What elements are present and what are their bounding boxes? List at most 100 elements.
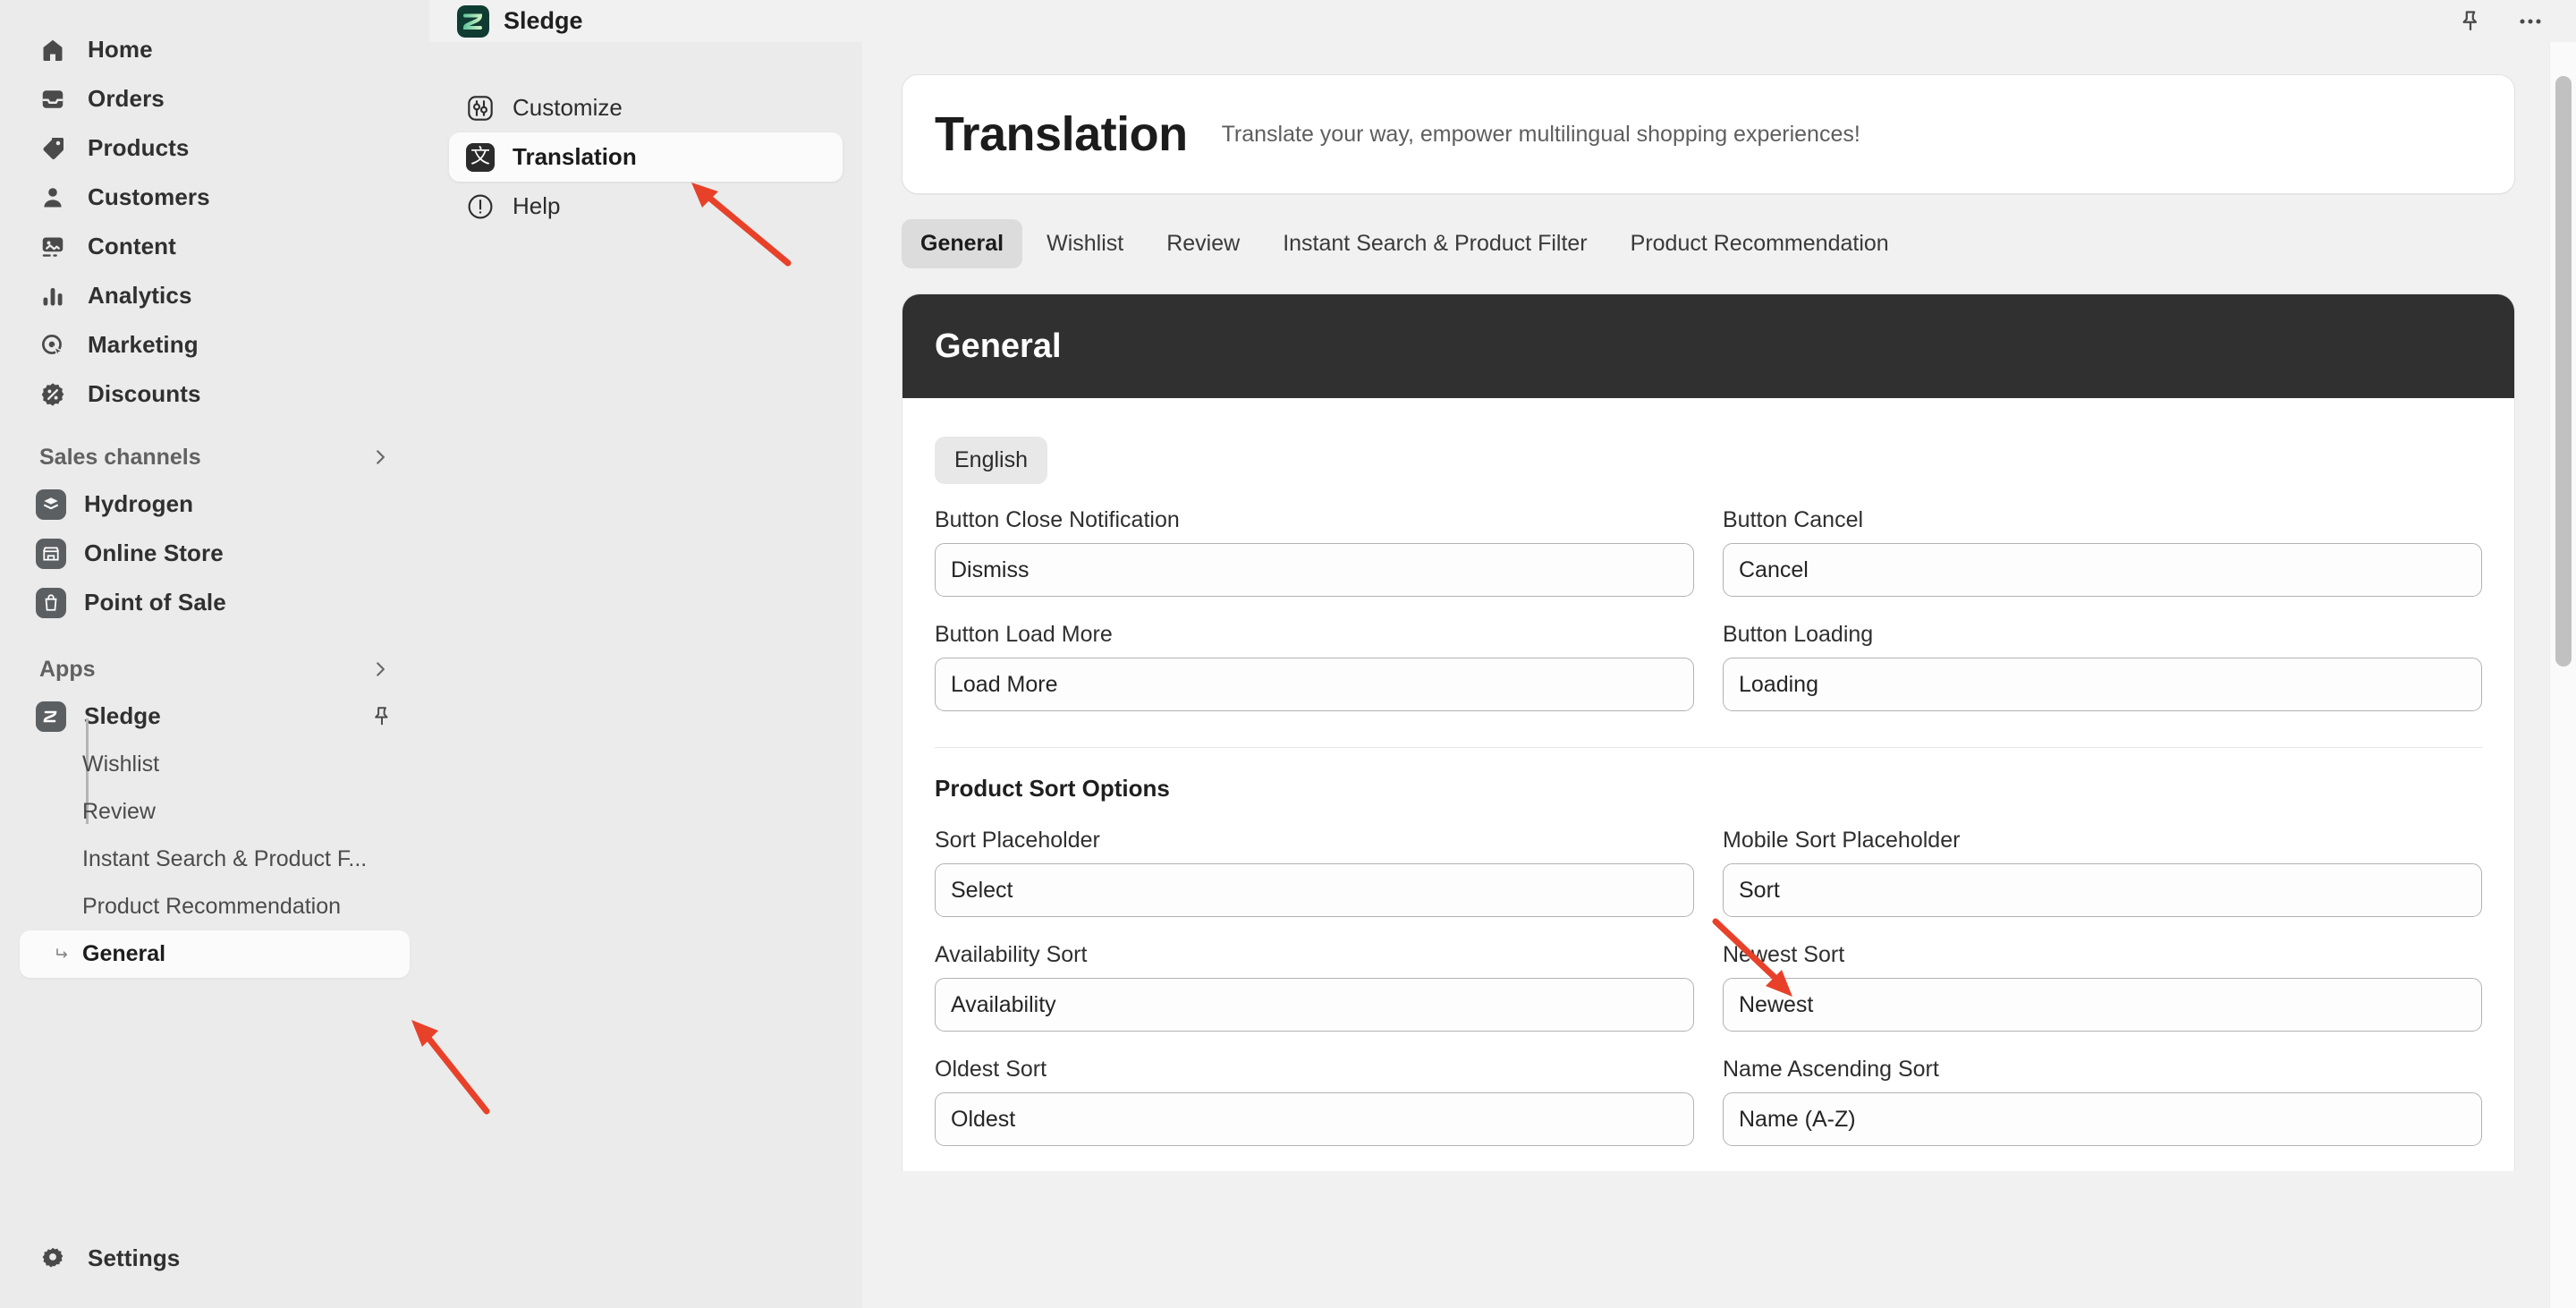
- tab-general[interactable]: General: [902, 219, 1022, 268]
- app-nav-item-label: Translation: [513, 143, 637, 171]
- field-availability-sort: Availability Sort: [935, 942, 1694, 1032]
- sidebar-item-orders[interactable]: Orders: [20, 74, 410, 123]
- online-store-app-icon: [36, 539, 66, 569]
- analytics-bars-icon: [36, 279, 70, 313]
- app-nav-item-translation[interactable]: 文 Translation: [449, 132, 843, 182]
- hydrogen-app-icon: [36, 489, 66, 520]
- field-name-ascending-sort: Name Ascending Sort: [1723, 1057, 2482, 1146]
- field-label: Button Loading: [1723, 622, 2482, 648]
- sidebar-item-content[interactable]: Content: [20, 222, 410, 271]
- general-settings-card: General English Button Close Notificatio…: [902, 293, 2515, 1171]
- more-horizontal-icon[interactable]: [2517, 8, 2544, 35]
- page-title: Translation: [935, 106, 1188, 162]
- sidebar-item-product-recommendation[interactable]: Product Recommendation: [20, 883, 410, 930]
- products-tag-icon: [36, 132, 70, 166]
- field-button-close-notification: Button Close Notification: [935, 507, 1694, 597]
- sales-channels-section-header[interactable]: Sales channels: [39, 435, 390, 480]
- sidebar-item-label: Content: [88, 233, 176, 260]
- sort-fields-grid: Sort Placeholder Mobile Sort Placeholder…: [935, 828, 2482, 1171]
- sliders-icon: [465, 93, 496, 123]
- content-image-icon: [36, 230, 70, 264]
- home-icon: [36, 33, 70, 67]
- chevron-right-icon: [370, 659, 390, 679]
- sidebar-item-label: Settings: [88, 1244, 180, 1272]
- tab-instant-search-product-filter[interactable]: Instant Search & Product Filter: [1264, 219, 1606, 268]
- app-nav-item-help[interactable]: Help: [449, 182, 843, 231]
- sledge-app-block: Sledge Wishlist Review Instant Search & …: [0, 692, 429, 978]
- sidebar-item-label: Point of Sale: [84, 589, 226, 616]
- tab-product-recommendation[interactable]: Product Recommendation: [1612, 219, 1908, 268]
- tab-wishlist[interactable]: Wishlist: [1028, 219, 1142, 268]
- sidebar-item-customers[interactable]: Customers: [20, 173, 410, 222]
- orders-icon: [36, 82, 70, 116]
- sidebar-item-label: Discounts: [88, 380, 201, 408]
- app-title: Sledge: [504, 7, 583, 35]
- sledge-app-icon: [36, 701, 66, 732]
- sidebar-item-online-store[interactable]: Online Store: [20, 529, 410, 578]
- customers-person-icon: [36, 181, 70, 215]
- apps-title: Apps: [39, 657, 96, 683]
- input-mobile-sort-placeholder[interactable]: [1723, 863, 2482, 917]
- card-header: General: [902, 294, 2514, 398]
- shopify-sidebar: Home Orders Products Customers Content: [0, 0, 429, 1308]
- sidebar-item-label: Customers: [88, 183, 210, 211]
- sidebar-item-home[interactable]: Home: [20, 25, 410, 74]
- app-nav-item-label: Help: [513, 192, 560, 220]
- app-nav-panel: Customize 文 Translation Help: [429, 42, 862, 1308]
- app-topbar: Sledge: [429, 0, 2576, 42]
- sidebar-item-label: Product Recommendation: [82, 894, 341, 920]
- main-scrollbar-thumb[interactable]: [2555, 76, 2572, 667]
- field-mobile-sort-placeholder: Mobile Sort Placeholder: [1723, 828, 2482, 917]
- input-oldest-sort[interactable]: [935, 1092, 1694, 1146]
- sidebar-main-nav: Home Orders Products Customers Content: [0, 25, 429, 419]
- input-button-load-more[interactable]: [935, 658, 1694, 711]
- sidebar-item-products[interactable]: Products: [20, 123, 410, 173]
- sidebar-item-point-of-sale[interactable]: Point of Sale: [20, 578, 410, 627]
- sidebar-item-analytics[interactable]: Analytics: [20, 271, 410, 320]
- app-nav-item-customize[interactable]: Customize: [449, 83, 843, 132]
- field-label: Button Close Notification: [935, 507, 1694, 533]
- input-availability-sort[interactable]: [935, 978, 1694, 1032]
- app-title-group: Sledge: [429, 5, 583, 38]
- sidebar-item-general[interactable]: General: [20, 930, 410, 978]
- apps-section-header[interactable]: Apps: [39, 647, 390, 692]
- page-subtitle: Translate your way, empower multilingual…: [1222, 122, 1860, 148]
- sidebar-item-label: Instant Search & Product F...: [82, 846, 367, 872]
- sidebar-item-hydrogen[interactable]: Hydrogen: [20, 480, 410, 529]
- sidebar-item-instant-search[interactable]: Instant Search & Product F...: [20, 836, 410, 883]
- top-fields-grid: Button Close Notification Button Cancel …: [935, 507, 2482, 736]
- input-name-ascending-sort[interactable]: [1723, 1092, 2482, 1146]
- tab-review[interactable]: Review: [1148, 219, 1258, 268]
- input-button-close-notification[interactable]: [935, 543, 1694, 597]
- sidebar-item-label: General: [82, 941, 165, 967]
- gear-icon: [36, 1242, 70, 1276]
- pin-icon[interactable]: [2458, 9, 2483, 34]
- translation-icon: 文: [465, 142, 496, 173]
- sidebar-item-marketing[interactable]: Marketing: [20, 320, 410, 369]
- sledge-logo-icon: [457, 5, 489, 38]
- field-label: Sort Placeholder: [935, 828, 1694, 854]
- sidebar-item-settings[interactable]: Settings: [20, 1234, 410, 1283]
- field-oldest-sort: Oldest Sort: [935, 1057, 1694, 1146]
- app-nav-item-label: Customize: [513, 94, 623, 122]
- input-button-cancel[interactable]: [1723, 543, 2482, 597]
- sidebar-item-label: Analytics: [88, 282, 192, 310]
- sidebar-item-label: Online Store: [84, 539, 224, 567]
- field-label: Button Load More: [935, 622, 1694, 648]
- sidebar-item-review[interactable]: Review: [20, 788, 410, 836]
- sidebar-item-label: Marketing: [88, 331, 199, 359]
- input-sort-placeholder[interactable]: [935, 863, 1694, 917]
- pin-icon[interactable]: [370, 705, 394, 728]
- main-scrollbar-track[interactable]: [2549, 42, 2576, 1308]
- field-label: Newest Sort: [1723, 942, 2482, 968]
- input-button-loading[interactable]: [1723, 658, 2482, 711]
- sidebar-item-label: Home: [88, 36, 153, 64]
- sidebar-item-sledge[interactable]: Sledge: [20, 692, 410, 741]
- marketing-target-icon: [36, 328, 70, 362]
- input-newest-sort[interactable]: [1723, 978, 2482, 1032]
- field-label: Mobile Sort Placeholder: [1723, 828, 2482, 854]
- language-chip-english[interactable]: English: [935, 437, 1047, 484]
- settings-container: Settings: [0, 1234, 429, 1283]
- sidebar-item-wishlist[interactable]: Wishlist: [20, 741, 410, 788]
- sidebar-item-discounts[interactable]: Discounts: [20, 369, 410, 419]
